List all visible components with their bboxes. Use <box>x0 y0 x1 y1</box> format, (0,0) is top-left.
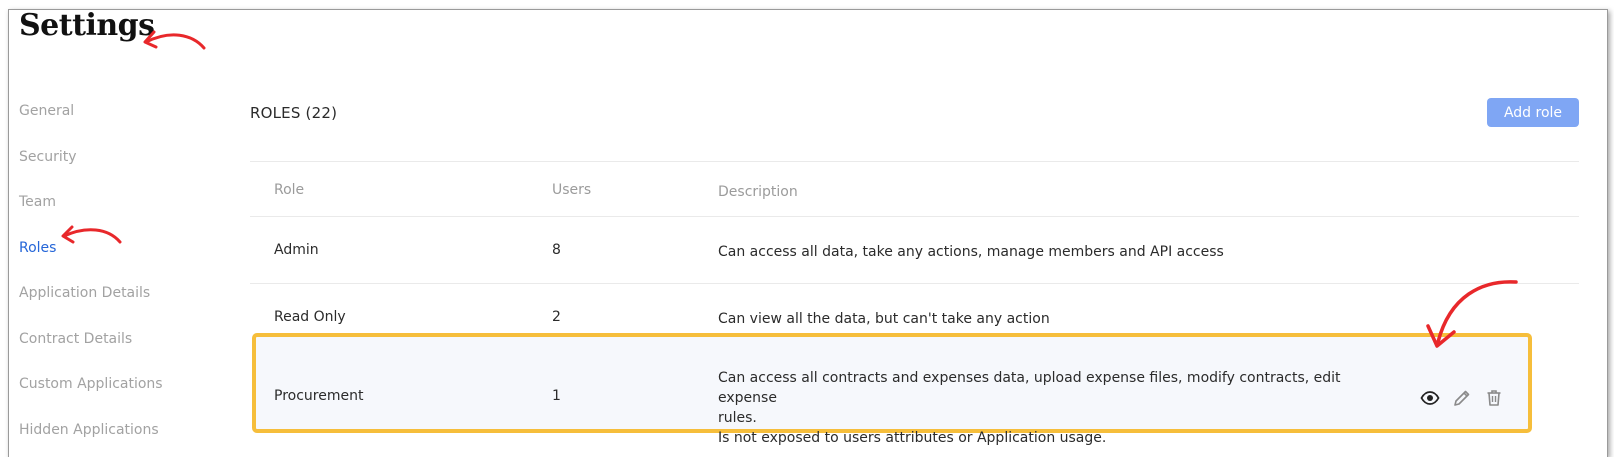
description-line: Can access all contracts and expenses da… <box>718 368 1368 408</box>
description-line: rules. <box>718 408 1368 428</box>
pencil-icon[interactable] <box>1452 388 1472 408</box>
sidebar-item-roles[interactable]: Roles <box>19 235 229 281</box>
sidebar-item-security[interactable]: Security <box>19 144 229 190</box>
column-header-users: Users <box>552 182 591 198</box>
roles-heading: ROLES (22) <box>250 104 337 122</box>
table-header: Role Users Description <box>250 161 1579 216</box>
table-row-read-only[interactable]: Read Only 2 Can view all the data, but c… <box>250 283 1579 350</box>
column-header-description: Description <box>718 182 1368 202</box>
role-description: Can view all the data, but can't take an… <box>718 309 1368 329</box>
add-role-button[interactable]: Add role <box>1487 98 1579 127</box>
role-users-count: 2 <box>552 309 561 325</box>
role-users-count: 1 <box>552 388 561 404</box>
role-name: Procurement <box>274 388 363 404</box>
roles-table: Role Users Description Admin 8 Can acces… <box>250 161 1579 450</box>
role-description: Can access all data, take any actions, m… <box>718 242 1368 262</box>
sidebar-item-application-details[interactable]: Application Details <box>19 280 229 326</box>
role-description: Can access all contracts and expenses da… <box>718 368 1368 448</box>
sidebar-item-contract-details[interactable]: Contract Details <box>19 326 229 372</box>
column-header-role: Role <box>274 182 304 198</box>
table-row-procurement[interactable]: Procurement 1 Can access all contracts a… <box>250 350 1579 450</box>
trash-icon[interactable] <box>1484 388 1504 408</box>
sidebar-item-hidden-applications[interactable]: Hidden Applications <box>19 417 229 457</box>
role-name: Read Only <box>274 309 346 325</box>
table-row-admin[interactable]: Admin 8 Can access all data, take any ac… <box>250 216 1579 283</box>
description-line: Is not exposed to users attributes or Ap… <box>718 428 1368 448</box>
role-users-count: 8 <box>552 242 561 258</box>
settings-sidebar: General Security Team Roles Application … <box>19 98 229 457</box>
role-name: Admin <box>274 242 319 258</box>
sidebar-item-team[interactable]: Team <box>19 189 229 235</box>
page-title: Settings <box>19 9 155 43</box>
sidebar-item-general[interactable]: General <box>19 98 229 144</box>
sidebar-item-custom-applications[interactable]: Custom Applications <box>19 371 229 417</box>
row-actions <box>1420 388 1504 408</box>
eye-icon[interactable] <box>1420 388 1440 408</box>
